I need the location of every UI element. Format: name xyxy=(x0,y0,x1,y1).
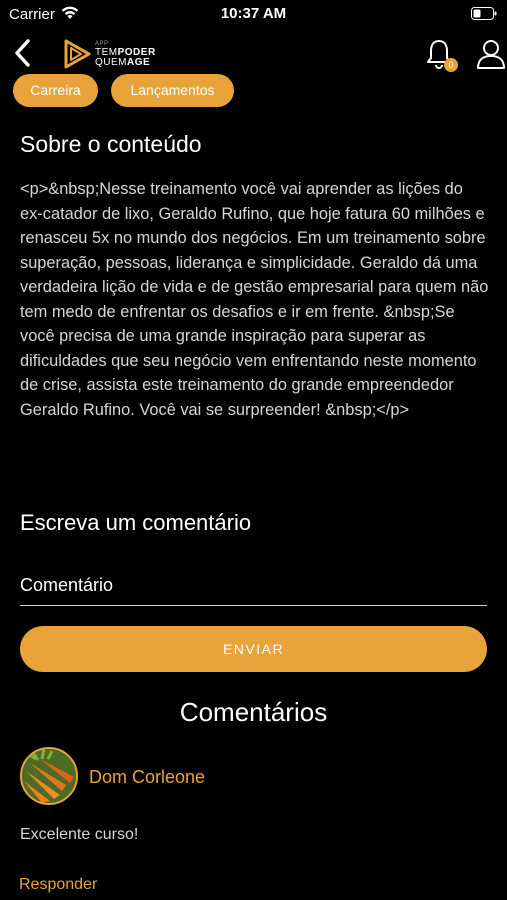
comment-author[interactable]: Dom Corleone xyxy=(89,767,205,788)
avatar xyxy=(20,747,78,805)
carrots-image xyxy=(22,749,76,803)
comment-text: Excelente curso! xyxy=(20,826,139,843)
about-description: <p>&nbsp;Nesse treinamento você vai apre… xyxy=(20,180,489,419)
status-time: 10:37 AM xyxy=(220,5,287,22)
chip-carreira[interactable]: Carreira xyxy=(13,74,98,107)
comments-heading: Comentários xyxy=(179,697,328,727)
comment-form-heading: Escreva um comentário xyxy=(20,510,252,535)
status-bar: Carrier 10:37 AM xyxy=(0,0,507,28)
battery-icon xyxy=(471,7,497,20)
user-icon[interactable] xyxy=(476,38,506,70)
back-chevron-icon[interactable] xyxy=(12,38,34,68)
send-button[interactable]: ENVIAR xyxy=(20,626,487,672)
notification-badge: 0 xyxy=(444,58,458,72)
comment-input[interactable] xyxy=(20,567,487,606)
brand-line2-b: AGE xyxy=(127,57,151,68)
navigation-bar: APP TEMPODER QUEMAGE 0 xyxy=(0,28,507,78)
reply-link[interactable]: Responder xyxy=(19,876,97,894)
chip-lancamentos[interactable]: Lançamentos xyxy=(111,74,234,107)
brand-line2-a: QUEM xyxy=(95,57,127,68)
brand-wordmark: APP TEMPODER QUEMAGE xyxy=(95,41,156,68)
play-logo-icon xyxy=(64,39,91,69)
about-title: Sobre o conteúdo xyxy=(20,131,202,157)
